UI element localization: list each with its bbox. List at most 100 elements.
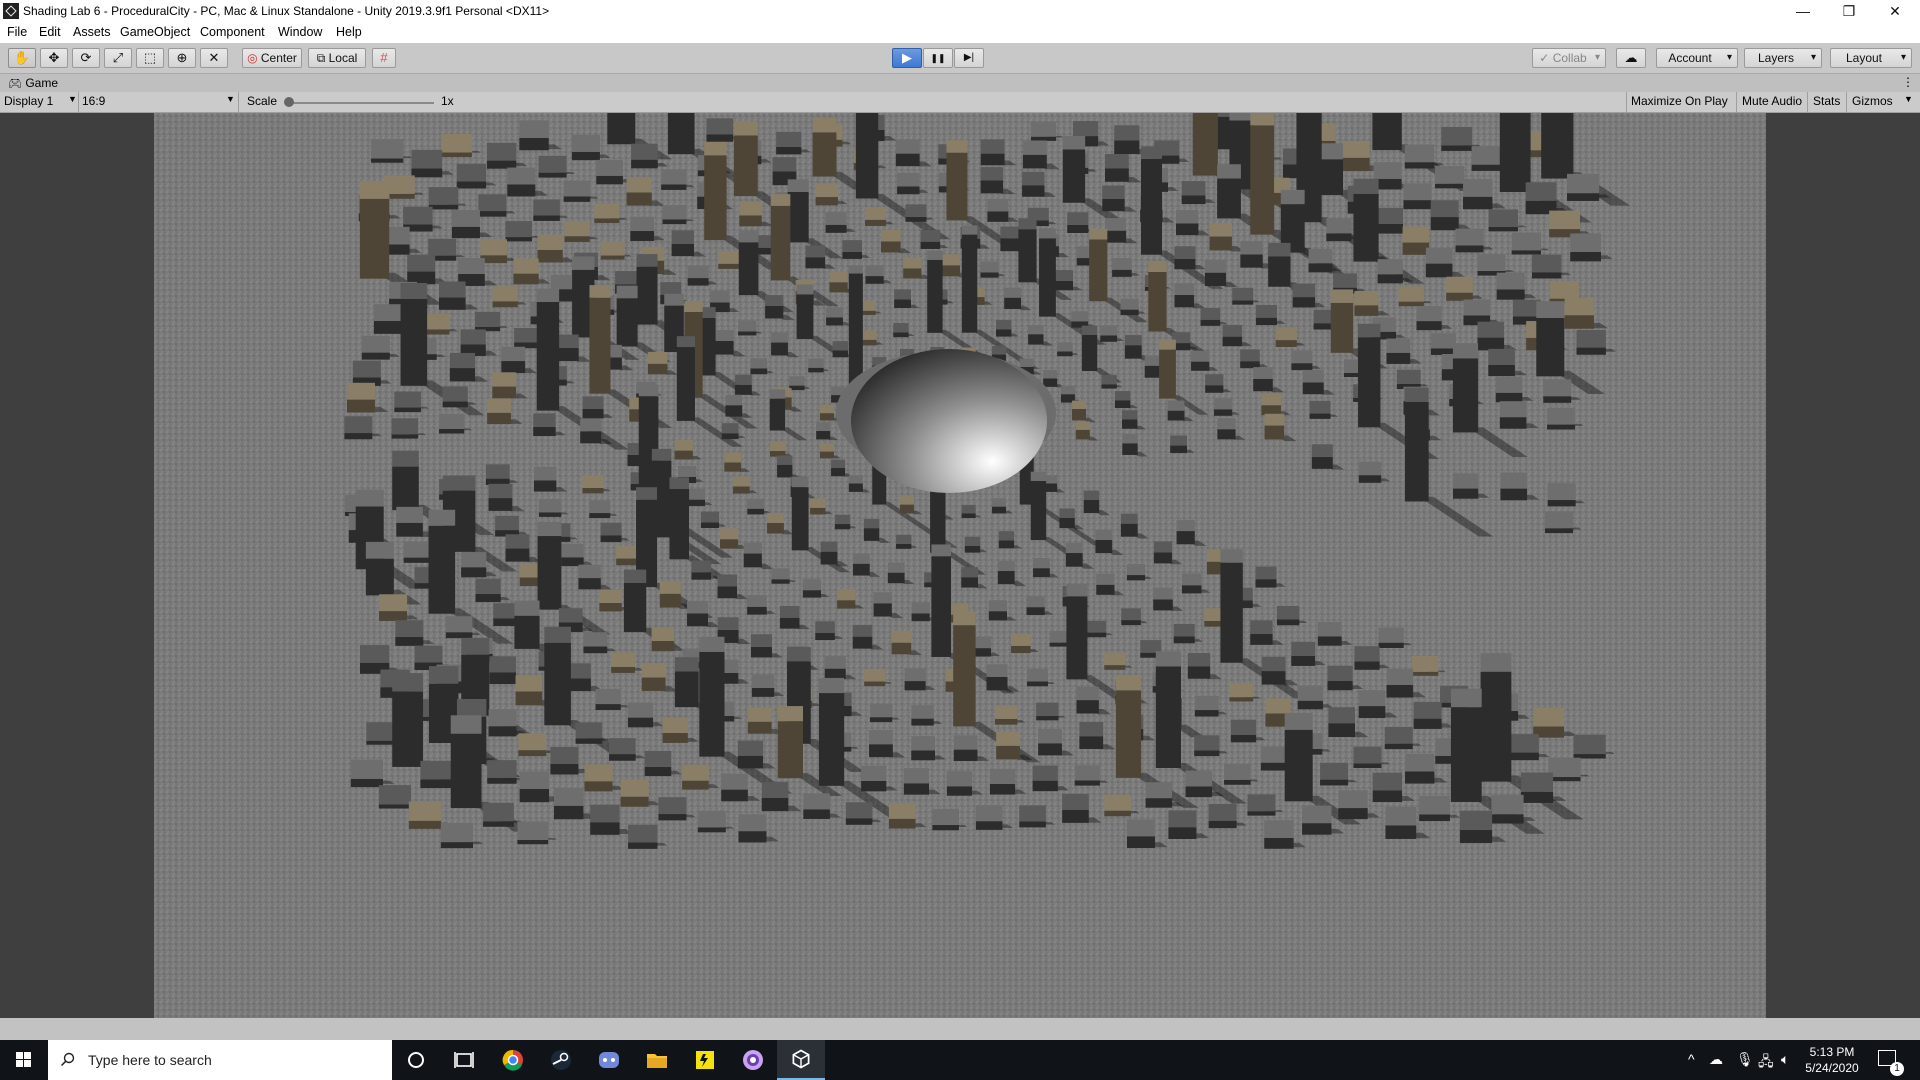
building-top xyxy=(1181,573,1202,586)
building-top xyxy=(609,738,636,755)
volume-icon[interactable]: 🔈︎ xyxy=(1781,1051,1789,1068)
building-side xyxy=(975,821,1003,830)
tab-menu-icon[interactable]: ⋮ xyxy=(1902,75,1914,89)
building-side xyxy=(686,499,706,507)
building-side xyxy=(747,721,772,734)
building-top xyxy=(863,518,880,529)
building-side xyxy=(905,216,927,222)
sticky-app-icon[interactable] xyxy=(681,1040,729,1080)
chrome-icon[interactable] xyxy=(489,1040,537,1080)
building-side xyxy=(805,257,826,269)
menu-component[interactable]: Component xyxy=(200,25,265,39)
building-side xyxy=(1261,405,1281,416)
file-explorer-icon[interactable] xyxy=(633,1040,681,1080)
close-button[interactable]: ✕ xyxy=(1872,0,1918,22)
gizmos-toggle[interactable]: Gizmos xyxy=(1852,94,1893,108)
building-top xyxy=(1402,226,1430,243)
play-button[interactable]: ▶ xyxy=(892,48,922,68)
minimize-button[interactable]: — xyxy=(1780,0,1826,22)
building-side xyxy=(1173,636,1195,644)
building-side xyxy=(819,451,834,459)
scale-slider-track[interactable] xyxy=(288,102,434,104)
building-top xyxy=(428,509,456,526)
building-top xyxy=(995,320,1012,330)
building-side xyxy=(1214,409,1233,416)
menu-file[interactable]: File xyxy=(7,25,27,39)
menu-edit[interactable]: Edit xyxy=(39,25,61,39)
building-side xyxy=(518,750,547,757)
building-top xyxy=(818,677,845,694)
building-top xyxy=(733,121,758,136)
building-side xyxy=(1311,456,1333,469)
scale-tool-icon[interactable]: ⤢ xyxy=(104,48,132,68)
step-button[interactable]: ▶| xyxy=(954,48,984,68)
hand-tool-icon[interactable]: ✋ xyxy=(8,48,36,68)
building-top xyxy=(986,664,1008,677)
discord-icon[interactable] xyxy=(585,1040,633,1080)
building-top xyxy=(1022,171,1045,186)
building-side xyxy=(392,691,424,767)
cloud-icon[interactable]: ☁ xyxy=(1616,48,1646,68)
account-dropdown[interactable]: Account xyxy=(1656,48,1738,68)
collab-dropdown[interactable]: ✓ Collab xyxy=(1532,48,1606,68)
building-side xyxy=(826,317,843,326)
layout-dropdown[interactable]: Layout xyxy=(1830,48,1912,68)
scale-slider-handle[interactable] xyxy=(284,97,294,107)
menu-help[interactable]: Help xyxy=(336,25,362,39)
building-side xyxy=(1543,396,1572,403)
onedrive-cloud-icon[interactable]: ☁ xyxy=(1709,1051,1723,1068)
building-side xyxy=(815,633,835,641)
cortana-icon[interactable] xyxy=(392,1040,440,1080)
transform-tool-icon[interactable]: ⊕ xyxy=(168,48,196,68)
building-top xyxy=(770,441,786,452)
display-dropdown[interactable]: Display 1 ▼ xyxy=(4,94,77,108)
taskbar-clock[interactable]: 5:13 PM 5/24/2020 xyxy=(1792,1044,1872,1076)
move-tool-icon[interactable]: ✥ xyxy=(40,48,68,68)
chevron-down-icon[interactable]: ▼ xyxy=(1904,94,1913,104)
menu-gameobject[interactable]: GameObject xyxy=(120,25,190,39)
building-side xyxy=(538,172,567,178)
layers-dropdown[interactable]: Layers xyxy=(1744,48,1822,68)
building-top xyxy=(1403,183,1432,201)
building-top xyxy=(627,702,654,718)
tab-game[interactable]: 🎮︎ Game xyxy=(2,75,68,92)
stats-toggle[interactable]: Stats xyxy=(1813,94,1840,108)
building-top xyxy=(1268,242,1291,257)
microphone-icon[interactable]: 🎙︎ xyxy=(1736,1051,1754,1068)
aspect-dropdown[interactable]: 16:9 ▼ xyxy=(82,94,235,108)
building-side xyxy=(1405,771,1435,784)
building-side xyxy=(1083,499,1100,514)
building-top xyxy=(1187,653,1211,667)
pivot-local-button[interactable]: ⧉ Local xyxy=(308,48,366,68)
snap-grid-icon[interactable]: # xyxy=(372,48,396,68)
game-render[interactable] xyxy=(154,113,1766,1018)
unity-icon[interactable] xyxy=(777,1040,825,1080)
task-view-icon[interactable] xyxy=(440,1040,488,1080)
building-side xyxy=(1499,113,1531,193)
custom-tool-icon[interactable]: ✕ xyxy=(200,48,228,68)
tray-chevron-up-icon[interactable]: ^ xyxy=(1688,1051,1695,1067)
rotate-tool-icon[interactable]: ⟳ xyxy=(72,48,100,68)
maximize-on-play-toggle[interactable]: Maximize On Play xyxy=(1631,94,1728,108)
menu-window[interactable]: Window xyxy=(278,25,322,39)
network-icon[interactable]: 🖧︎ xyxy=(1758,1051,1774,1075)
restore-button[interactable]: ❐ xyxy=(1826,0,1872,22)
building-top xyxy=(474,311,501,327)
pivot-center-button[interactable]: ◎ Center xyxy=(242,48,302,68)
mute-audio-toggle[interactable]: Mute Audio xyxy=(1742,94,1802,108)
menu-assets[interactable]: Assets xyxy=(73,25,111,39)
building-top xyxy=(1065,542,1083,554)
building-side xyxy=(911,613,930,622)
steam-icon[interactable] xyxy=(537,1040,585,1080)
taskbar-search-box[interactable]: Type here to search xyxy=(48,1040,392,1080)
building-side xyxy=(1240,254,1263,268)
building-top xyxy=(1452,343,1479,359)
purple-app-icon[interactable] xyxy=(729,1040,777,1080)
building-top xyxy=(750,358,768,369)
windows-start-icon[interactable] xyxy=(0,1040,48,1080)
pause-button[interactable]: ❚❚ xyxy=(923,48,953,68)
rect-tool-icon[interactable]: ⬚ xyxy=(136,48,164,68)
building-side xyxy=(590,822,620,835)
building-side xyxy=(1079,736,1104,750)
game-viewport[interactable] xyxy=(0,113,1920,1018)
